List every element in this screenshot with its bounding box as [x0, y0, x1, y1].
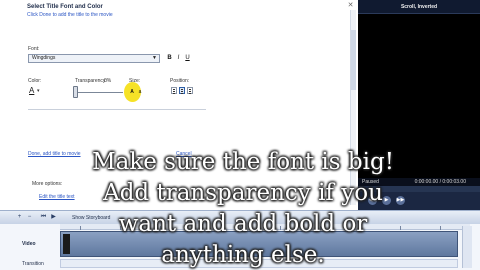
- video-track-label: Video: [22, 241, 36, 247]
- font-select[interactable]: Wingdings ▼: [28, 54, 160, 63]
- close-icon[interactable]: ✕: [347, 2, 354, 9]
- bold-button[interactable]: B: [166, 55, 173, 62]
- transition-track-label: Transition: [22, 261, 44, 267]
- transparency-label: Transparency:: [75, 78, 107, 84]
- underline-button[interactable]: U: [184, 55, 191, 62]
- timeline-scrollbar[interactable]: [462, 226, 472, 268]
- pane-subtitle: Click Done to add the title to the movie: [27, 12, 113, 18]
- color-dropdown-icon[interactable]: ▾: [37, 88, 40, 94]
- preview-title: Scroll, Inverted: [358, 0, 480, 14]
- align-left-icon[interactable]: [171, 87, 177, 94]
- align-right-icon[interactable]: [187, 87, 193, 94]
- font-color-button[interactable]: A: [29, 86, 34, 95]
- more-options-label: More options:: [32, 181, 63, 187]
- transparency-slider-track[interactable]: [75, 92, 123, 93]
- align-center-icon[interactable]: [179, 87, 185, 94]
- decrease-size-button[interactable]: a: [136, 88, 144, 96]
- video-caption: Make sure the font is big! Add transpare…: [92, 149, 394, 268]
- font-label: Font:: [28, 46, 40, 52]
- edit-title-text-link[interactable]: Edit the title text: [39, 194, 75, 200]
- chevron-down-icon: ▼: [152, 55, 157, 61]
- play-timeline-icon[interactable]: ▶: [50, 214, 57, 221]
- color-label: Color:: [28, 78, 42, 84]
- font-select-value: Wingdings: [32, 55, 56, 61]
- done-add-title-link[interactable]: Done, add title to movie: [28, 151, 81, 157]
- transparency-slider-thumb[interactable]: [73, 86, 78, 98]
- preview-time: 0:00:00.00 / 0:00:03.00: [414, 179, 466, 185]
- scrollbar-thumb[interactable]: [351, 30, 356, 90]
- zoom-out-icon[interactable]: −: [26, 214, 33, 221]
- film-strip-icon: [63, 234, 70, 254]
- position-label: Position:: [170, 78, 190, 84]
- zoom-in-icon[interactable]: +: [16, 214, 23, 221]
- divider: [28, 109, 206, 110]
- italic-button[interactable]: I: [175, 55, 182, 62]
- transparency-value: 0%: [104, 78, 112, 84]
- pane-title: Select Title Font and Color: [27, 4, 103, 10]
- increase-size-button[interactable]: A: [128, 88, 136, 96]
- rewind-icon[interactable]: ⏮: [40, 214, 47, 221]
